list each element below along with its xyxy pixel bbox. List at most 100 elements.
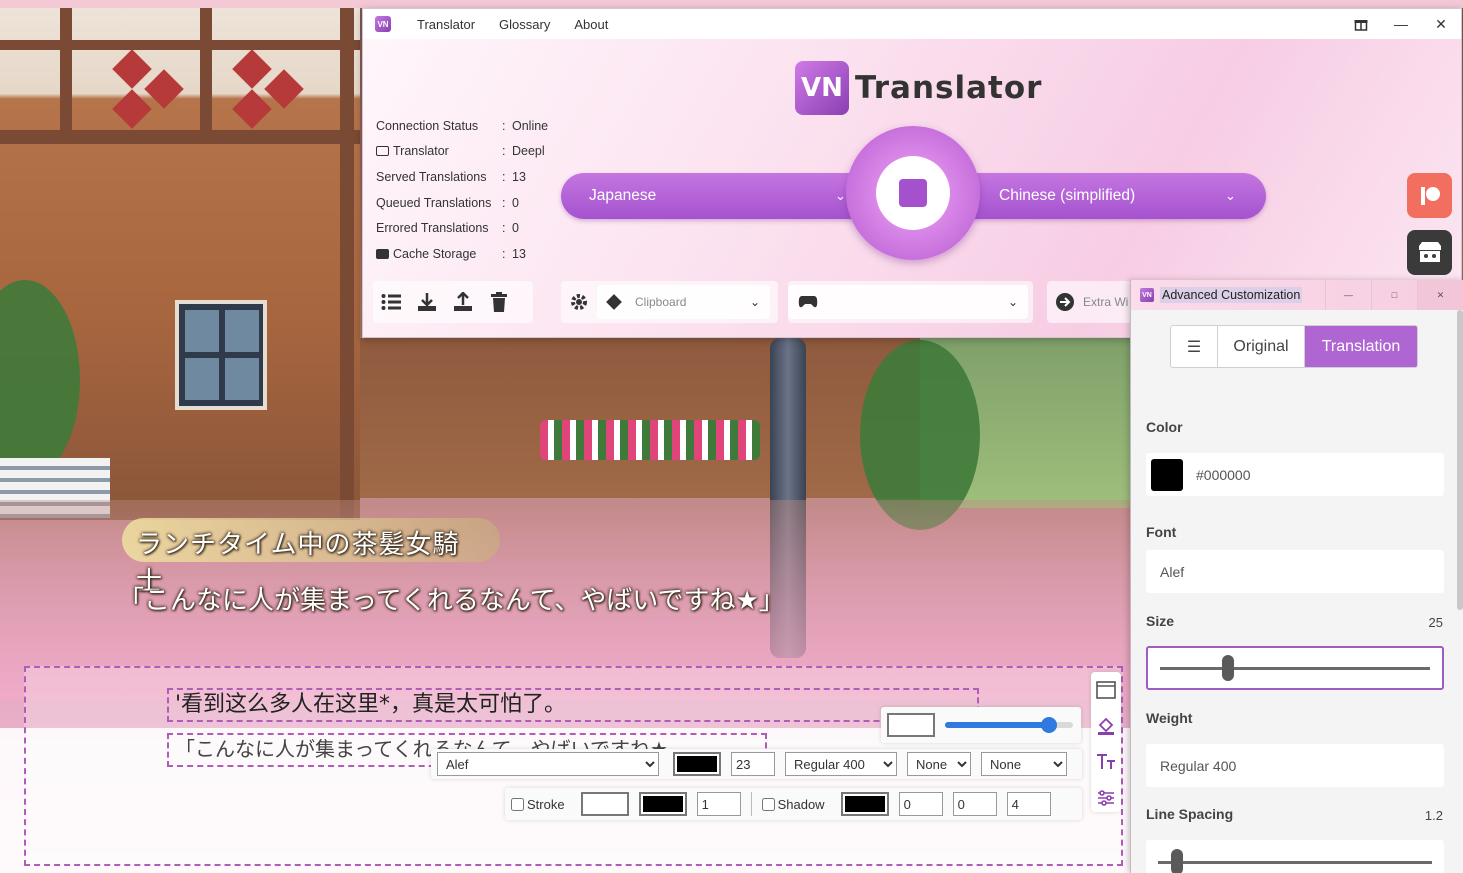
extra-window-label: Extra Wi: [1083, 295, 1129, 309]
overlay-opacity-slider[interactable]: [945, 717, 1073, 733]
stop-icon: [899, 179, 927, 207]
minimize-button[interactable]: —: [1325, 280, 1371, 310]
menu-bar: Translator Glossary About: [417, 17, 608, 32]
logo-badge: VN: [795, 61, 849, 115]
history-tools: [373, 281, 533, 323]
font-field[interactable]: Alef: [1146, 550, 1444, 593]
gear-icon[interactable]: [561, 284, 597, 320]
shadow-toggle[interactable]: Shadow: [761, 796, 825, 812]
window-icon[interactable]: [1094, 676, 1118, 704]
app-logo: VN Translator: [795, 61, 1042, 115]
size-slider[interactable]: [1146, 646, 1444, 690]
stat-separator: :: [502, 246, 506, 261]
download-icon[interactable]: [409, 284, 445, 320]
upload-icon[interactable]: [445, 284, 481, 320]
line-spacing-label: Line Spacing: [1146, 806, 1234, 822]
font-select[interactable]: Alef: [437, 752, 659, 776]
title-bar[interactable]: VN Translator Glossary About — ✕: [363, 9, 1461, 39]
toggle-inner: [876, 156, 950, 230]
decoration-select[interactable]: None: [907, 752, 971, 776]
adv-window-title: Advanced Customization: [1160, 287, 1303, 303]
timber-beam: [60, 0, 72, 140]
stat-value: 0: [512, 221, 519, 236]
building-shop: [360, 338, 920, 498]
shadow-checkbox[interactable]: [761, 797, 775, 811]
close-button[interactable]: ✕: [1421, 9, 1461, 39]
stat-label: Connection Status: [376, 118, 479, 133]
itch-io-icon: [1418, 241, 1441, 262]
overlay-translated-line[interactable]: '看到这么多人在这里*，真是太可怕了。: [167, 688, 979, 722]
stat-value: 13: [512, 169, 526, 184]
arrow-right-circle-icon[interactable]: [1047, 284, 1083, 320]
close-button[interactable]: ✕: [1417, 280, 1463, 310]
slider-knob[interactable]: [1221, 655, 1234, 681]
app-icon: VN: [1140, 288, 1154, 302]
tab-translation[interactable]: Translation: [1305, 326, 1417, 367]
stroke-width-input[interactable]: [696, 792, 741, 816]
menu-glossary[interactable]: Glossary: [499, 17, 550, 32]
stat-label-with-icon: Translator: [376, 144, 502, 158]
source-language-select[interactable]: Japanese ⌄: [589, 173, 846, 219]
scrollbar[interactable]: [1457, 310, 1463, 610]
capture-source-select[interactable]: Clipboard ⌄: [597, 285, 770, 319]
color-swatch[interactable]: [1151, 458, 1183, 491]
stat-value: Deepl: [512, 144, 545, 159]
stroke-checkbox[interactable]: [511, 797, 524, 811]
font-size-input[interactable]: [731, 752, 775, 776]
trash-icon[interactable]: [481, 284, 517, 320]
shadow-x-input[interactable]: [898, 792, 943, 816]
patreon-icon: [1420, 186, 1440, 205]
shadow-y-input[interactable]: [952, 792, 997, 816]
color-value: #000000: [1196, 466, 1251, 483]
gift-icon[interactable]: [1341, 9, 1381, 39]
maximize-button[interactable]: □: [1371, 280, 1417, 310]
transform-select[interactable]: None: [981, 752, 1067, 776]
color-label: Color: [1146, 419, 1183, 435]
timber-beam: [200, 0, 212, 140]
sliders-icon[interactable]: [1094, 784, 1118, 812]
shadow-blur-input[interactable]: [1006, 792, 1051, 816]
stat-label: Queued Translations: [376, 195, 492, 210]
storage-icon: [376, 248, 389, 259]
stroke-color-swatch-1[interactable]: [580, 792, 629, 816]
start-stop-toggle[interactable]: [846, 126, 980, 260]
stroke-toggle[interactable]: Stroke: [511, 797, 565, 812]
menu-about[interactable]: About: [574, 17, 608, 32]
itch-io-button[interactable]: [1407, 230, 1452, 275]
menu-icon[interactable]: ☰: [1171, 326, 1218, 367]
speaker-name-plate: ランチタイム中の茶髪女騎士: [122, 518, 500, 597]
target-language-select[interactable]: Chinese (simplified) ⌄: [999, 173, 1239, 219]
top-strip: [0, 0, 1463, 8]
stat-row: Served Translations : 13: [376, 164, 548, 190]
text-size-icon[interactable]: [1094, 748, 1118, 776]
overlay-bg-color-swatch[interactable]: [887, 713, 935, 737]
slider-knob[interactable]: [1040, 717, 1057, 733]
size-value: 25: [1428, 615, 1443, 630]
adv-title-bar[interactable]: VN Advanced Customization — □ ✕: [1131, 280, 1463, 310]
stroke-color-swatch-2[interactable]: [638, 792, 687, 816]
patreon-button[interactable]: [1407, 173, 1452, 218]
slider-knob[interactable]: [1171, 849, 1184, 873]
shadow-color-swatch[interactable]: [840, 792, 889, 816]
capture-source-label: Clipboard: [635, 295, 687, 309]
weight-field[interactable]: Regular 400: [1146, 744, 1444, 787]
stats-panel: Connection Status : Online Translator : …: [376, 113, 548, 267]
advanced-customization-window: VN Advanced Customization — □ ✕ ☰ Origin…: [1130, 280, 1463, 873]
color-field[interactable]: #000000: [1146, 453, 1444, 496]
source-language-label: Japanese: [589, 187, 657, 204]
game-select[interactable]: ⌄: [788, 285, 1028, 319]
stat-label: Cache Storage: [393, 246, 477, 261]
tab-original[interactable]: Original: [1218, 326, 1305, 367]
line-spacing-slider[interactable]: [1146, 840, 1444, 873]
weight-select[interactable]: Regular 400: [785, 752, 897, 776]
list-icon[interactable]: [373, 284, 409, 320]
stat-row: Translator : Deepl: [376, 139, 548, 165]
menu-translator[interactable]: Translator: [417, 17, 475, 32]
shadow-label: Shadow: [777, 796, 825, 812]
text-color-swatch[interactable]: [673, 752, 721, 776]
minimize-button[interactable]: —: [1381, 9, 1421, 39]
slider-track: [1160, 666, 1430, 670]
stat-row: Cache Storage : 13: [376, 241, 548, 267]
paint-bucket-icon[interactable]: [1094, 712, 1118, 740]
slider-track: [1158, 860, 1432, 864]
